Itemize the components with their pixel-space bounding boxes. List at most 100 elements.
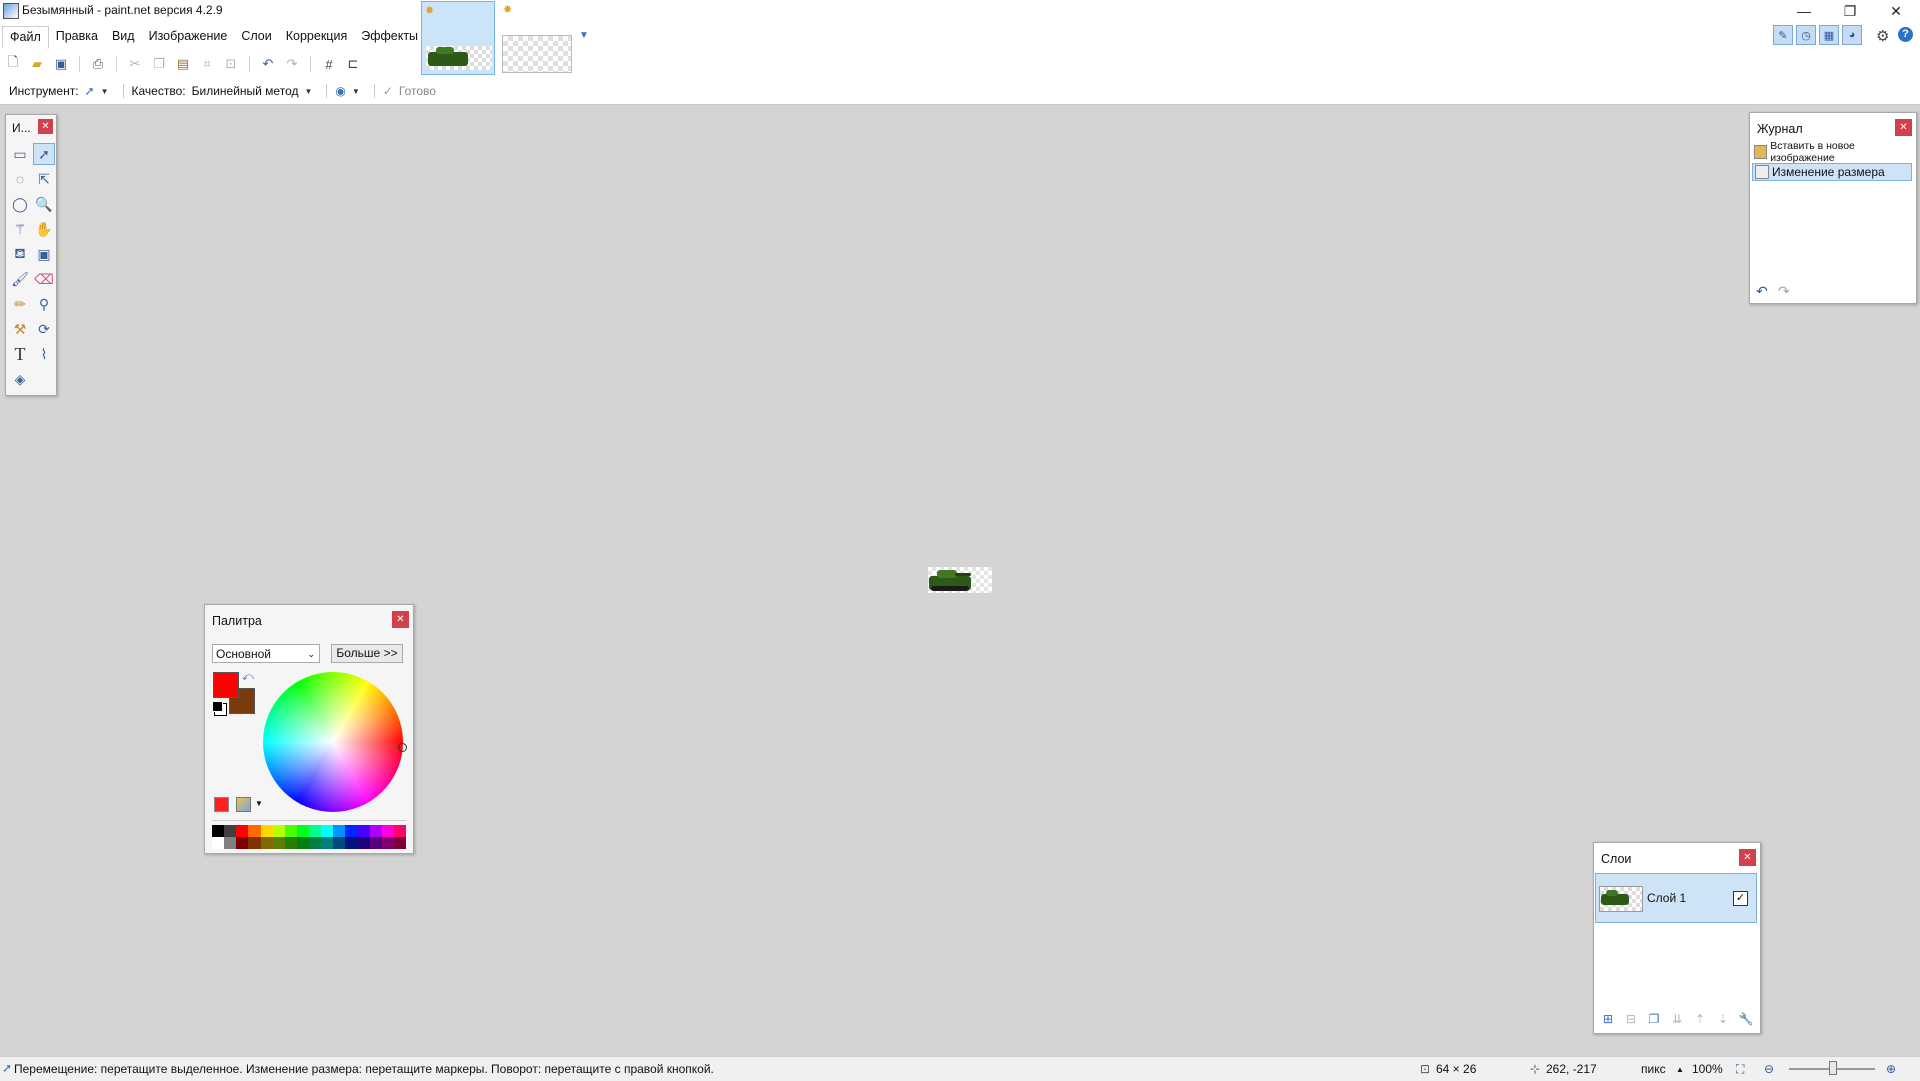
chevron-down-icon[interactable]: ▼ bbox=[255, 799, 263, 808]
palette-swatch[interactable] bbox=[393, 837, 406, 849]
chevron-down-icon[interactable]: ▼ bbox=[579, 30, 589, 41]
palette-menu-icon[interactable] bbox=[236, 797, 251, 812]
zoom-to-window-icon[interactable]: ⛶ bbox=[1736, 1062, 1744, 1077]
palette-swatch[interactable] bbox=[393, 825, 406, 837]
close-icon[interactable]: ✕ bbox=[1739, 849, 1756, 866]
image-tab[interactable]: ✸ bbox=[500, 1, 574, 75]
gradient-icon[interactable]: ▣ bbox=[33, 243, 55, 265]
help-icon[interactable]: ? bbox=[1898, 27, 1913, 42]
minimize-button[interactable]: — bbox=[1781, 0, 1827, 22]
redo-icon[interactable]: ↷ bbox=[1778, 283, 1790, 300]
palette-swatch[interactable] bbox=[224, 837, 237, 849]
layer-properties-icon[interactable]: 🔧 bbox=[1738, 1011, 1754, 1027]
canvas-image[interactable] bbox=[928, 567, 992, 593]
palette-swatch[interactable] bbox=[369, 837, 382, 849]
delete-layer-icon[interactable]: ⊟ bbox=[1623, 1011, 1639, 1027]
close-icon[interactable]: ✕ bbox=[1895, 119, 1912, 136]
pencil-icon[interactable]: ✏ bbox=[9, 293, 31, 315]
palette-swatch[interactable] bbox=[321, 837, 334, 849]
duplicate-layer-icon[interactable]: ❐ bbox=[1646, 1011, 1662, 1027]
palette-swatch[interactable] bbox=[381, 825, 394, 837]
palette-swatch[interactable] bbox=[272, 825, 285, 837]
ruler-icon[interactable]: ⊏ bbox=[344, 55, 362, 73]
paste-icon[interactable]: ▤ bbox=[174, 55, 192, 73]
done-button[interactable]: Готово bbox=[399, 84, 436, 98]
close-icon[interactable]: ✕ bbox=[392, 611, 409, 628]
more-button[interactable]: Больше >> bbox=[331, 644, 403, 663]
redo-icon[interactable]: ↷ bbox=[283, 55, 301, 73]
quality-select[interactable]: Билинейный метод bbox=[192, 84, 299, 98]
palette-swatch[interactable] bbox=[333, 837, 346, 849]
tools-panel-toggle-icon[interactable]: ✎ bbox=[1773, 25, 1793, 45]
units-select[interactable]: пикс bbox=[1641, 1062, 1666, 1076]
chevron-down-icon[interactable]: ▼ bbox=[352, 87, 360, 96]
history-item-selected[interactable]: Изменение размера bbox=[1752, 163, 1912, 181]
grid-icon[interactable]: # bbox=[320, 55, 338, 73]
eraser-icon[interactable]: ⌫ bbox=[33, 268, 55, 290]
color-wheel-marker[interactable] bbox=[398, 743, 407, 752]
palette-swatch[interactable] bbox=[236, 825, 249, 837]
palette-swatch[interactable] bbox=[296, 825, 309, 837]
deselect-icon[interactable]: ⊡ bbox=[222, 55, 240, 73]
palette-swatch[interactable] bbox=[345, 825, 358, 837]
palette-swatch[interactable] bbox=[284, 837, 297, 849]
menu-effects[interactable]: Эффекты bbox=[354, 26, 425, 48]
palette-swatch[interactable] bbox=[321, 825, 334, 837]
chevron-down-icon[interactable]: ▼ bbox=[304, 87, 312, 96]
zoom-out-icon[interactable]: ⊖ bbox=[1764, 1062, 1774, 1076]
open-folder-icon[interactable]: ▰ bbox=[28, 55, 46, 73]
palette-swatch[interactable] bbox=[248, 825, 261, 837]
reset-colors-icon[interactable] bbox=[212, 701, 223, 712]
magic-wand-icon[interactable]: ⚚ bbox=[9, 218, 31, 240]
swap-colors-icon[interactable]: ⤺ bbox=[242, 671, 254, 684]
text-tool-icon[interactable]: T bbox=[9, 343, 31, 365]
color-picker-icon[interactable]: ⚲ bbox=[33, 293, 55, 315]
close-button[interactable]: ✕ bbox=[1873, 0, 1919, 22]
palette-swatch[interactable] bbox=[236, 837, 249, 849]
save-icon[interactable]: ▣ bbox=[52, 55, 70, 73]
clone-stamp-icon[interactable]: ⚒ bbox=[9, 318, 31, 340]
palette-swatch[interactable] bbox=[212, 837, 225, 849]
move-layer-down-icon[interactable]: ⇣ bbox=[1715, 1011, 1731, 1027]
image-tab-active[interactable]: ✸ bbox=[421, 1, 495, 75]
move-selection-icon[interactable]: ➚ bbox=[33, 143, 55, 165]
line-curve-icon[interactable]: ⌇ bbox=[33, 343, 55, 365]
copy-icon[interactable]: ❐ bbox=[150, 55, 168, 73]
menu-file[interactable]: Файл bbox=[2, 26, 49, 48]
paint-bucket-icon[interactable]: ⛾ bbox=[9, 243, 31, 265]
history-item[interactable]: Вставить в новое изображение bbox=[1752, 140, 1912, 164]
palette-swatch[interactable] bbox=[381, 837, 394, 849]
merge-layer-down-icon[interactable]: ⇊ bbox=[1669, 1011, 1685, 1027]
color-mode-select[interactable]: Основной ⌄ bbox=[212, 644, 320, 663]
palette-swatch[interactable] bbox=[309, 837, 322, 849]
undo-icon[interactable]: ↶ bbox=[1756, 283, 1768, 300]
zoom-slider-thumb[interactable] bbox=[1829, 1061, 1837, 1075]
color-wheel[interactable] bbox=[263, 672, 403, 812]
palette-swatch[interactable] bbox=[272, 837, 285, 849]
lasso-select-icon[interactable]: ◌ bbox=[9, 168, 31, 190]
palette-swatch[interactable] bbox=[248, 837, 261, 849]
palette-swatch[interactable] bbox=[284, 825, 297, 837]
pan-hand-icon[interactable]: ✋ bbox=[33, 218, 55, 240]
layer-row[interactable]: Слой 1 ✓ bbox=[1595, 873, 1757, 923]
add-layer-icon[interactable]: ⊞ bbox=[1600, 1011, 1616, 1027]
palette-swatch[interactable] bbox=[309, 825, 322, 837]
palette-swatch[interactable] bbox=[260, 825, 273, 837]
layers-panel-toggle-icon[interactable]: ▦ bbox=[1819, 25, 1839, 45]
recolor-icon[interactable]: ⟳ bbox=[33, 318, 55, 340]
menu-layers[interactable]: Слои bbox=[234, 26, 278, 48]
menu-image[interactable]: Изображение bbox=[142, 26, 235, 48]
move-layer-up-icon[interactable]: ⇡ bbox=[1692, 1011, 1708, 1027]
ellipse-select-icon[interactable]: ◯ bbox=[9, 193, 31, 215]
zoom-icon[interactable]: 🔍 bbox=[33, 193, 55, 215]
rectangle-select-icon[interactable]: ▭ bbox=[9, 143, 31, 165]
palette-swatch[interactable] bbox=[260, 837, 273, 849]
restore-button[interactable]: ❐ bbox=[1827, 0, 1873, 22]
palette-swatch[interactable] bbox=[357, 837, 370, 849]
primary-color-swatch[interactable] bbox=[213, 672, 239, 698]
menu-edit[interactable]: Правка bbox=[49, 26, 105, 48]
cut-icon[interactable]: ✂ bbox=[126, 55, 144, 73]
shapes-icon[interactable]: ◈ bbox=[9, 368, 31, 390]
undo-icon[interactable]: ↶ bbox=[259, 55, 277, 73]
close-icon[interactable]: ✕ bbox=[38, 119, 53, 134]
